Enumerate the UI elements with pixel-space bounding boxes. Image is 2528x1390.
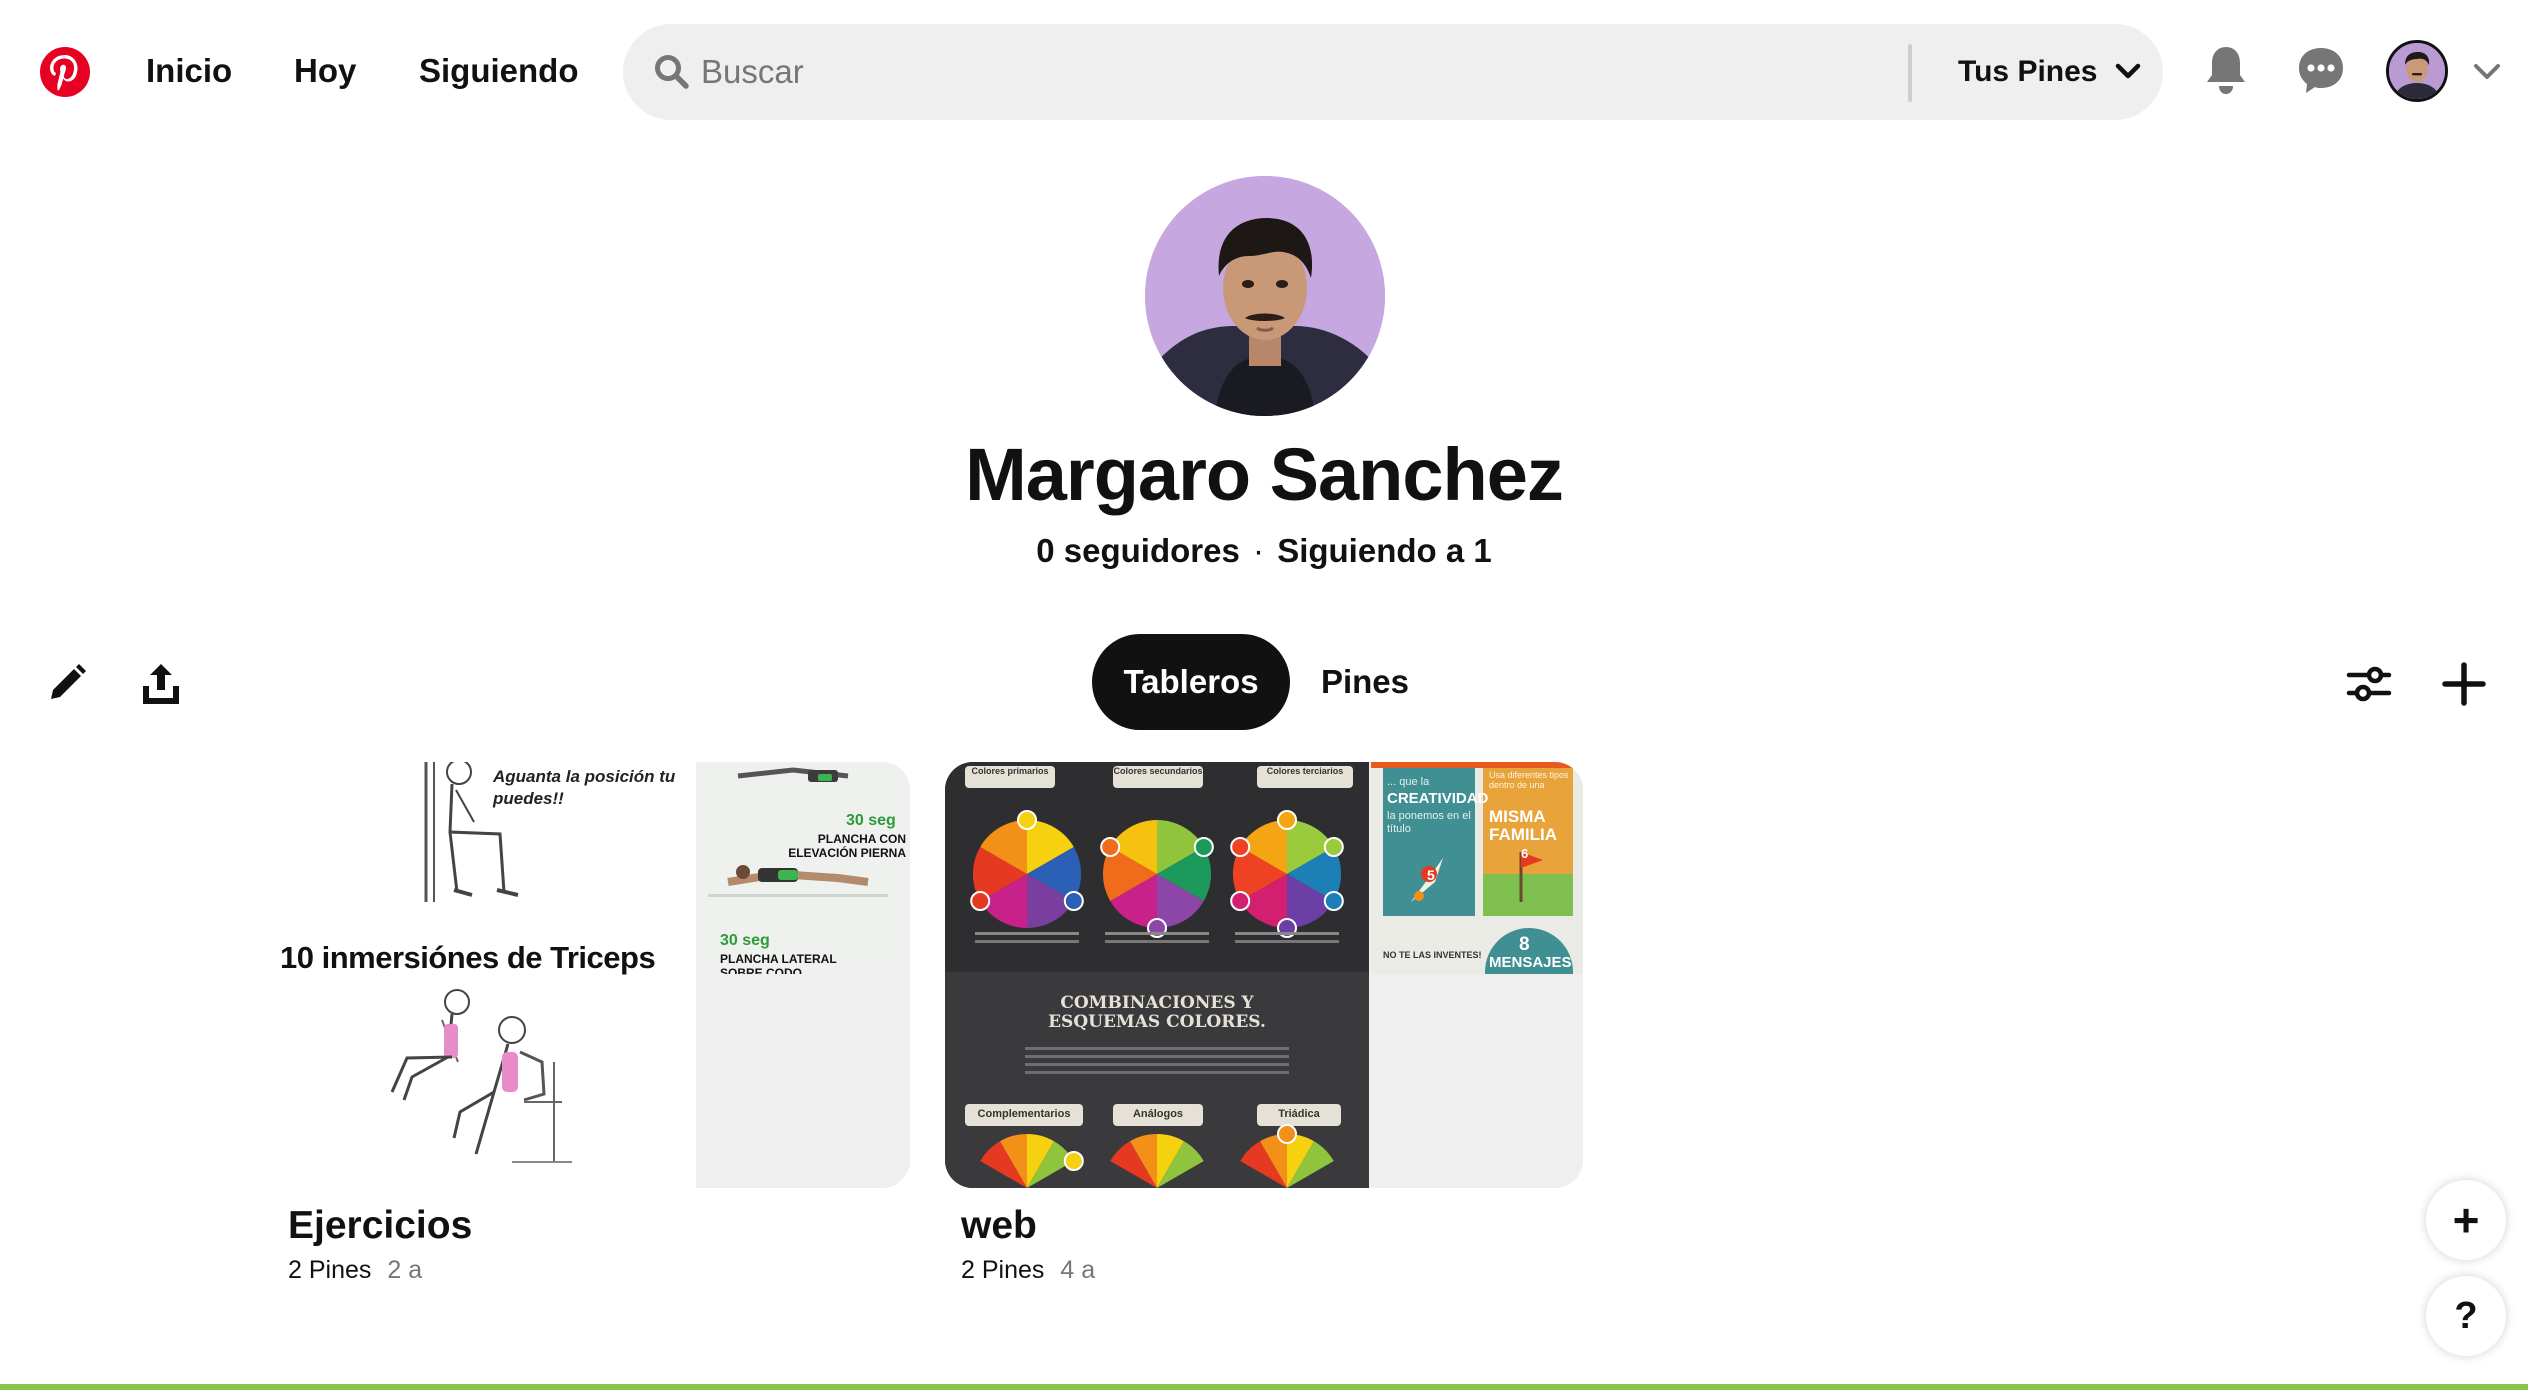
filter-button[interactable] [2337,652,2401,716]
board-age: 2 a [387,1256,423,1284]
share-profile-button[interactable] [129,652,193,716]
wheel-label-2: Colores secundarios [1113,766,1203,776]
profile-name: Margaro Sanchez [965,433,1564,516]
edit-profile-button[interactable] [34,652,98,716]
share-icon [143,664,179,704]
tab-tableros[interactable]: Tableros [1092,634,1290,730]
chat-icon[interactable] [2291,40,2351,100]
followers-count[interactable]: 0 seguidores [1036,532,1240,569]
account-menu-chevron-icon[interactable] [2470,56,2504,86]
tab-pines[interactable]: Pines [1300,634,1430,730]
side-label-1: PLANCHA CON ELEVACIÓN PIERNA [788,832,906,860]
bottom-accent-bar [0,1384,2528,1390]
board-cover-empty-slot [1371,976,1583,1188]
board-card-web[interactable]: Colores primarios Colores secundarios Co… [945,762,1583,1285]
side-number-6: 6 [1521,846,1529,861]
bell-icon[interactable] [2196,40,2256,100]
side-rest: la ponemos en el título [1387,810,1471,835]
cover-heading: COMBINACIONES Y ESQUEMAS COLORES. [1048,993,1266,1032]
wheel-label-1: Colores primarios [971,766,1049,776]
board-cover-side-image: ... que la CREATIVIDAD la ponemos en el … [1371,762,1583,974]
pinterest-logo[interactable] [40,47,90,97]
search-scope-dropdown[interactable]: Tus Pines [1958,52,2141,92]
search-icon [655,55,689,89]
help-button[interactable]: ? [2426,1276,2506,1356]
search-divider [1908,44,1912,102]
board-title: web [961,1204,1037,1247]
nav-siguiendo[interactable]: Siguiendo [419,52,579,90]
question-icon: ? [2454,1294,2478,1337]
board-cover: Aguanta la posición tu puedes!! 10 inmer… [272,762,910,1188]
cover-caption: Aguanta la posición tu puedes!! [493,767,676,808]
board-meta: 2 Pines 2 a [272,1256,910,1285]
side-word: CREATIVIDAD [1387,790,1489,807]
cover-heading: 10 inmersiónes de Triceps [280,940,656,975]
pencil-icon [51,664,86,699]
chevron-down-icon [2116,63,2141,79]
side-number-8: 8 [1519,934,1530,955]
following-count[interactable]: Siguiendo a 1 [1277,532,1492,569]
create-button[interactable] [2432,652,2496,716]
side-small: Usa diferentes tipos dentro de una [1489,770,1569,790]
board-title: Ejercicios [288,1204,473,1247]
side-warning: NO TE LAS INVENTES! [1383,950,1482,960]
board-cover-main-image: Aguanta la posición tu puedes!! 10 inmer… [272,762,696,1188]
board-card-ejercicios[interactable]: Aguanta la posición tu puedes!! 10 inmer… [272,762,910,1285]
filter-sliders-icon [2346,666,2392,702]
board-cover-side-image: 30 seg PLANCHA CON ELEVACIÓN PIERNA 30 s… [698,762,910,974]
board-cover: Colores primarios Colores secundarios Co… [945,762,1583,1188]
floating-add-button[interactable]: + [2426,1180,2506,1260]
nav-hoy[interactable]: Hoy [294,52,356,90]
nav-inicio[interactable]: Inicio [146,52,232,90]
board-pin-count: 2 Pines [288,1256,372,1284]
side-intro: ... que la [1387,776,1430,788]
search-input[interactable] [701,48,1801,96]
board-cover-main-image: Colores primarios Colores secundarios Co… [945,762,1369,1188]
side-number-5: 5 [1427,867,1435,883]
plus-icon: + [2452,1194,2480,1246]
scheme-label-2: Análogos [1132,1108,1184,1120]
wheel-label-3: Colores terciarios [1266,766,1344,776]
board-meta: 2 Pines 4 a [945,1256,1583,1285]
side-mensajes: MENSAJES [1489,954,1572,971]
side-label-2: PLANCHA LATERAL SOBRE CODO [720,952,837,974]
side-time-1: 30 seg [846,812,896,829]
side-family: MISMA FAMILIA [1489,807,1557,844]
profile-avatar [1145,176,1385,416]
side-time-2: 30 seg [720,932,770,949]
board-pin-count: 2 Pines [961,1256,1045,1284]
profile-stats: 0 seguidores · Siguiendo a 1 [0,532,2528,570]
scheme-label-3: Triádica [1278,1108,1320,1120]
scheme-label-1: Complementarios [977,1108,1071,1120]
top-nav-bar: Inicio Hoy Siguiendo Tus Pines [0,0,2528,142]
search-scope-label: Tus Pines [1958,55,2098,88]
board-age: 4 a [1060,1256,1096,1284]
avatar[interactable] [2386,40,2448,102]
board-cover-empty-slot [698,976,910,1188]
plus-icon [2442,662,2486,706]
search-bar: Tus Pines [623,24,2163,120]
stats-separator: · [1253,532,1265,569]
